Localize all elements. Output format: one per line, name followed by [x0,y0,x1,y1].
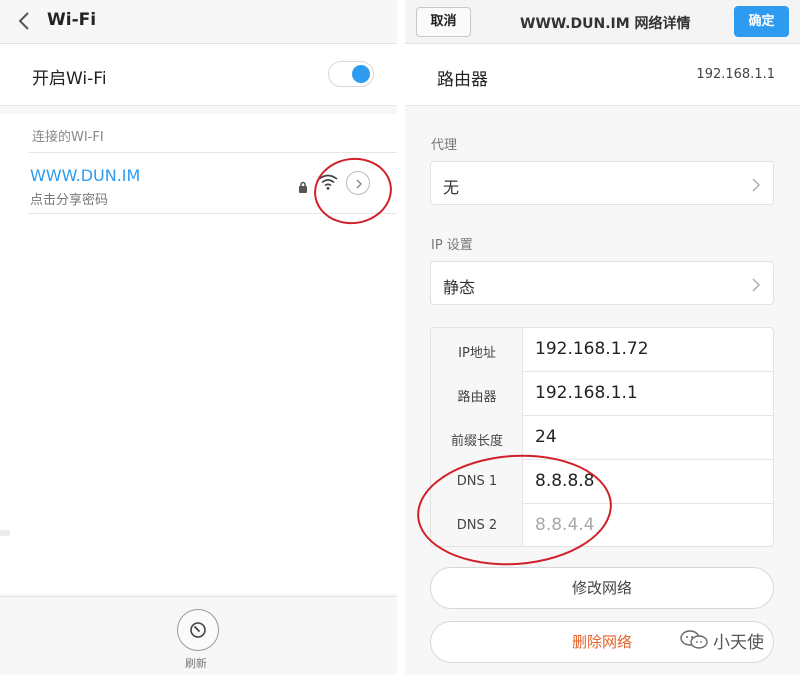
network-details-screen: 取消 WWW.DUN.IM 网络详情 确定 路由器 192.168.1.1 代理… [405,0,800,675]
lock-icon [298,178,308,193]
chevron-right-icon [751,177,761,197]
wifi-toggle-label: 开启Wi-Fi [32,69,107,89]
router-row: 路由器 192.168.1.1 [405,44,800,106]
ip-settings-value: 静态 [443,278,476,297]
prefix-length-input[interactable]: 24 [535,427,557,447]
modify-network-button[interactable]: 修改网络 [430,567,774,609]
chevron-right-icon [751,277,761,297]
divider [28,152,397,153]
details-header: 取消 WWW.DUN.IM 网络详情 确定 [405,0,800,44]
field-label: IP地址 [458,346,496,361]
watermark-text: 小天使 [713,633,764,653]
wechat-logo-icon [680,630,708,654]
ip-address-input[interactable]: 192.168.1.72 [535,339,649,359]
proxy-value: 无 [443,178,460,197]
wifi-header: Wi-Fi [0,0,397,44]
wifi-toggle-switch[interactable] [328,61,374,87]
page-title: Wi-Fi [47,10,97,30]
cancel-button[interactable]: 取消 [416,7,471,37]
confirm-button[interactable]: 确定 [734,6,789,37]
field-label-cell: 路由器 [431,372,523,416]
field-label-cell: 前缀长度 [431,416,523,460]
refresh-label: 刷新 [185,657,207,670]
refresh-button[interactable] [177,609,219,651]
bottom-bar: 刷新 [0,596,397,675]
field-label: 路由器 [457,390,497,405]
refresh-icon [190,622,206,638]
network-subtitle: 点击分享密码 [30,193,109,208]
ip-address-row: IP地址 192.168.1.72 [431,328,773,372]
section-label: 连接的WI-FI [32,130,104,145]
proxy-select[interactable]: 无 [430,161,774,205]
switch-knob [352,65,370,83]
gateway-input[interactable]: 192.168.1.1 [535,383,638,403]
ip-settings-select[interactable]: 静态 [430,261,774,305]
field-label-cell: IP地址 [431,328,523,372]
edge-mark [0,530,10,536]
proxy-label: 代理 [431,138,458,153]
network-name: WWW.DUN.IM [30,166,141,185]
prefix-length-row: 前缀长度 24 [431,416,773,460]
back-arrow-icon[interactable] [14,10,36,32]
router-value: 192.168.1.1 [696,67,775,82]
details-title: WWW.DUN.IM 网络详情 [520,16,691,32]
ip-settings-label: IP 设置 [431,238,473,253]
wifi-list-screen: Wi-Fi 开启Wi-Fi 连接的WI-FI WWW.DUN.IM 点击分享密码 [0,0,397,675]
wifi-toggle-row: 开启Wi-Fi [0,44,397,106]
field-label: 前缀长度 [450,434,503,449]
gateway-row: 路由器 192.168.1.1 [431,372,773,416]
router-label: 路由器 [437,70,488,90]
